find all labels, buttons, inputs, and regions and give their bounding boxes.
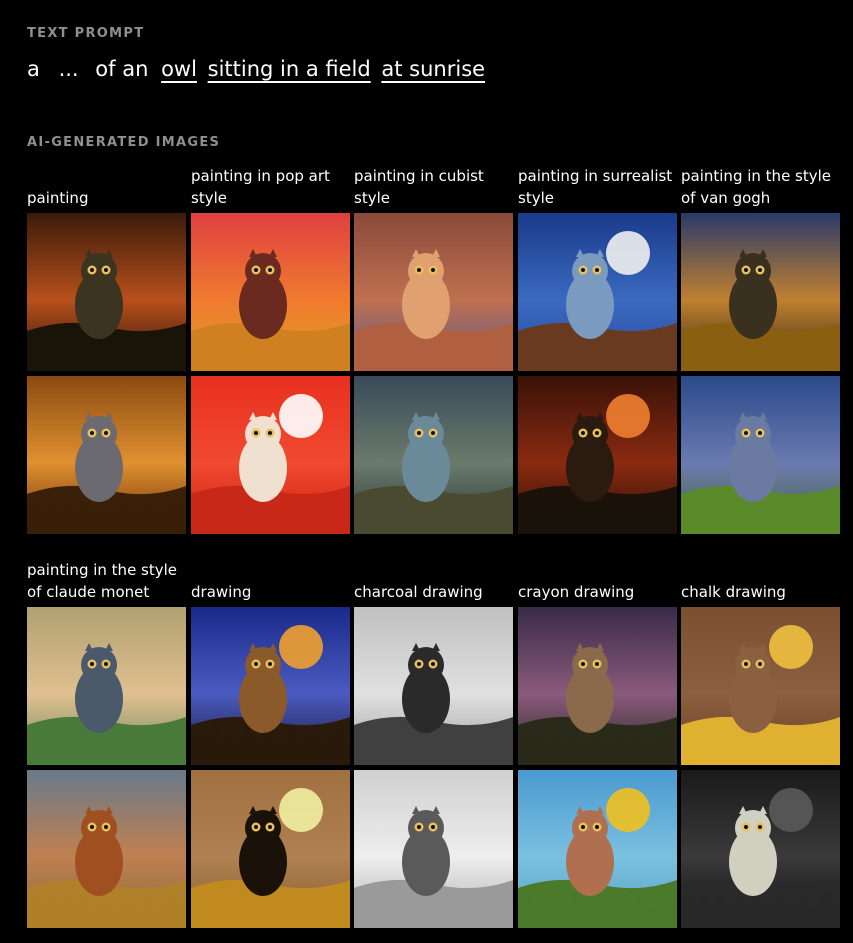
style-caption: painting in the style of van gogh [681, 167, 832, 207]
generated-image[interactable] [27, 607, 186, 765]
generated-image[interactable] [191, 376, 350, 534]
prompt-prefix: a [27, 57, 40, 81]
generated-image[interactable] [27, 376, 186, 534]
style-caption: drawing [191, 583, 252, 601]
generated-image[interactable] [191, 770, 350, 928]
prompt-token-subject[interactable]: owl [161, 52, 197, 86]
style-caption: painting in pop art style [191, 167, 330, 207]
generated-image[interactable] [681, 213, 840, 371]
generated-image[interactable] [681, 770, 840, 928]
text-prompt: a ... of an owl sitting in a field at su… [27, 52, 489, 86]
prompt-token-time[interactable]: at sunrise [381, 52, 485, 86]
style-caption: painting [27, 189, 89, 207]
prompt-token-setting[interactable]: sitting in a field [208, 52, 371, 86]
generated-image[interactable] [681, 376, 840, 534]
style-caption: crayon drawing [518, 583, 635, 601]
generated-image[interactable] [191, 607, 350, 765]
generated-image[interactable] [27, 770, 186, 928]
ai-generated-images-section-label: AI-GENERATED IMAGES [27, 135, 221, 150]
generated-image[interactable] [27, 213, 186, 371]
generated-image[interactable] [191, 213, 350, 371]
generated-image[interactable] [681, 607, 840, 765]
generated-image[interactable] [518, 607, 677, 765]
prompt-connector: of an [95, 57, 149, 81]
generated-image[interactable] [518, 770, 677, 928]
style-caption: painting in surrealist style [518, 167, 673, 207]
generated-image[interactable] [354, 607, 513, 765]
style-caption: chalk drawing [681, 583, 786, 601]
generated-image[interactable] [354, 213, 513, 371]
prompt-ellipsis: ... [58, 57, 79, 81]
generated-image[interactable] [518, 376, 677, 534]
style-caption: painting in the style of claude monet [27, 561, 178, 601]
style-caption: painting in cubist style [354, 167, 484, 207]
generated-image[interactable] [354, 770, 513, 928]
text-prompt-section-label: TEXT PROMPT [27, 26, 145, 41]
style-caption: charcoal drawing [354, 583, 483, 601]
generated-image[interactable] [354, 376, 513, 534]
generated-image[interactable] [518, 213, 677, 371]
